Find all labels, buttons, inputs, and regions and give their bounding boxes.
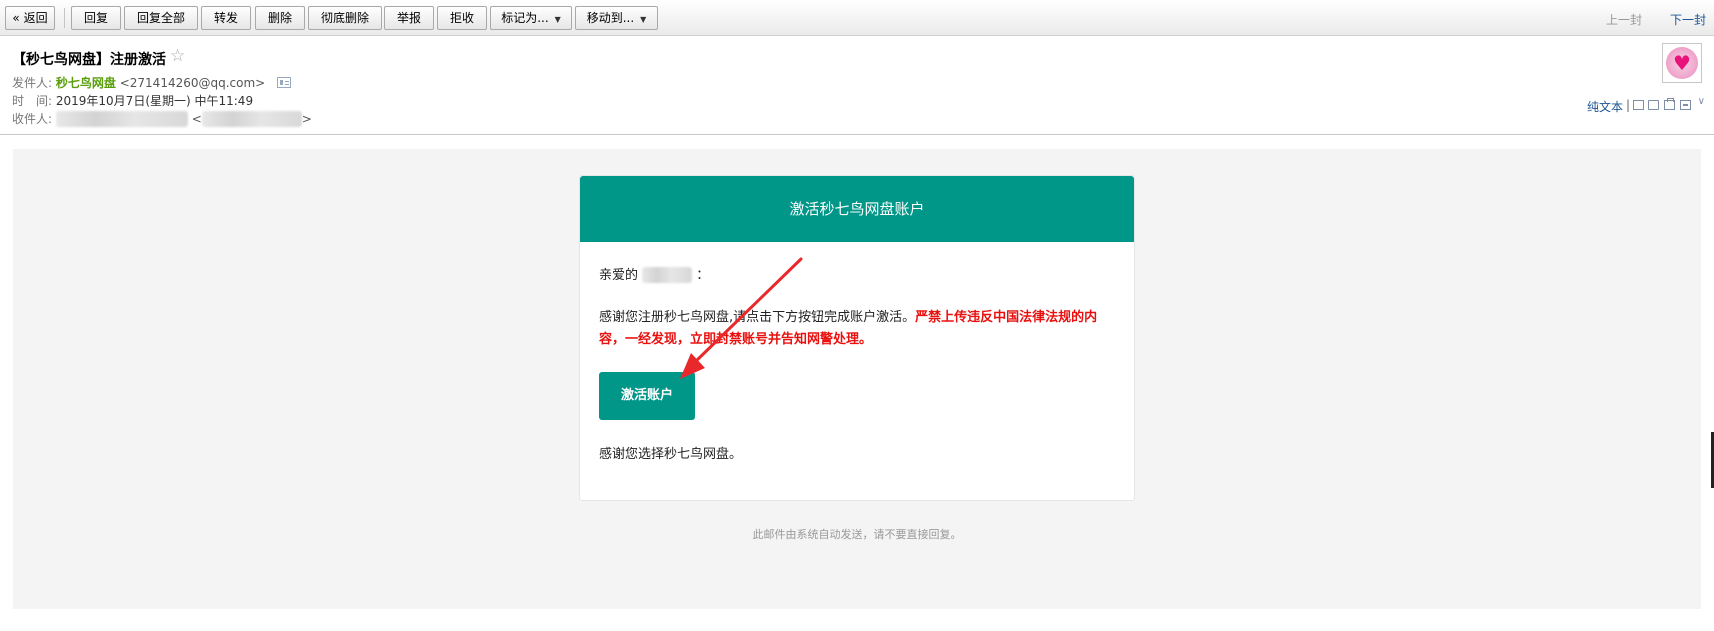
sender-label: 发件人: [12,76,53,90]
contact-card-icon[interactable] [277,77,292,88]
redacted-recipient-email [201,111,302,127]
mail-subject: 【秒七鸟网盘】注册激活 [12,52,166,68]
sender-row: 发件人: 秒七鸟网盘 <271414260@qq.com> [12,74,292,91]
card-title: 激活秒七鸟网盘账户 [580,176,1134,242]
heart-avatar-icon: ♥ [1666,47,1698,79]
sender-email: <271414260@qq.com> [119,76,266,90]
star-icon[interactable]: ☆ [170,46,185,66]
next-mail-link[interactable]: 下一封 [1670,11,1706,28]
delete-forever-button[interactable]: 彻底删除 [308,6,382,30]
sender-avatar[interactable]: ♥ [1662,43,1702,83]
toolbar-divider [64,8,65,28]
mark-as-dropdown[interactable]: 标记为... ▼ [490,6,572,30]
greeting: 亲爱的 ： [599,264,709,283]
dropdown-caret-icon: ▼ [554,15,561,24]
activate-account-button[interactable]: 激活账户 [599,372,695,420]
reply-all-button[interactable]: 回复全部 [124,6,198,30]
header-divider: | [1625,98,1630,112]
recipient-row: 收件人: < > [12,110,312,127]
toolbar: « 返回 回复 回复全部 转发 删除 彻底删除 举报 拒收 标记为... ▼ 移动… [0,0,1714,36]
time-label: 时 间: [12,94,53,108]
back-button[interactable]: « 返回 [5,6,55,30]
greeting-suffix: ： [696,268,710,283]
prev-mail-link: 上一封 [1605,13,1642,27]
print-icon[interactable] [1680,100,1691,110]
mark-as-label: 标记为... [501,11,549,25]
dropdown-caret-icon: ▼ [640,15,647,24]
recipient-label: 收件人: [12,112,53,126]
forward-button[interactable]: 转发 [201,6,251,30]
thanks-text: 感谢您选择秒七鸟网盘。 [599,447,743,462]
body-text: 感谢您注册秒七鸟网盘,请点击下方按钮完成账户激活。 [599,310,916,325]
compact-view-icon[interactable] [1648,100,1659,110]
recipient-close-bracket: > [301,112,312,126]
mail-header: 【秒七鸟网盘】注册激活 ☆ 发件人: 秒七鸟网盘 <271414260@qq.c… [0,36,1714,135]
time-value: 2019年10月7日(星期一) 中午11:49 [55,94,254,108]
body-paragraph: 感谢您注册秒七鸟网盘,请点击下方按钮完成账户激活。严禁上传违反中国法律法规的内容… [599,307,1119,351]
move-to-dropdown[interactable]: 移动到... ▼ [575,6,658,30]
chevron-down-icon[interactable]: ∨ [1698,96,1705,107]
redacted-username [642,267,693,283]
reject-button[interactable]: 拒收 [437,6,487,30]
delete-button[interactable]: 删除 [255,6,305,30]
new-window-icon[interactable] [1633,100,1644,110]
time-row: 时 间: 2019年10月7日(星期一) 中午11:49 [12,92,253,109]
move-to-label: 移动到... [586,11,635,25]
recipient-open-bracket: < [191,112,202,126]
sender-name[interactable]: 秒七鸟网盘 [56,76,116,90]
redacted-recipient-name [55,111,188,127]
auto-send-note: 此邮件由系统自动发送，请不要直接回复。 [752,528,962,541]
download-icon[interactable] [1664,98,1675,110]
reply-button[interactable]: 回复 [71,6,121,30]
report-button[interactable]: 举报 [384,6,434,30]
mail-content-area: 激活秒七鸟网盘账户 亲爱的 ： 感谢您注册秒七鸟网盘,请点击下方按钮完成账户激活… [13,149,1701,609]
activation-card: 激活秒七鸟网盘账户 亲爱的 ： 感谢您注册秒七鸟网盘,请点击下方按钮完成账户激活… [579,175,1135,501]
plain-text-link[interactable]: 纯文本 [1587,98,1623,115]
greeting-prefix: 亲爱的 [599,268,639,283]
